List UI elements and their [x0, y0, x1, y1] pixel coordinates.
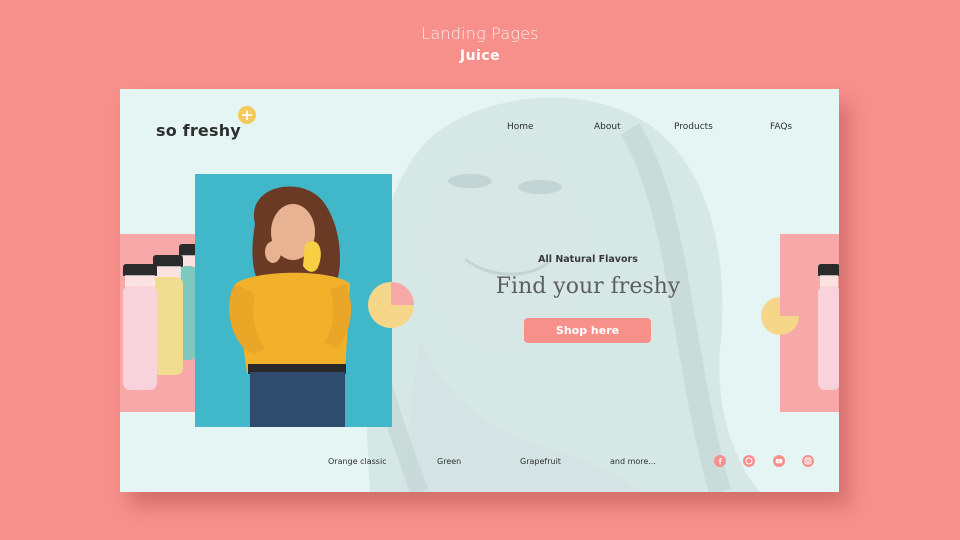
decor-circle-left — [368, 282, 414, 328]
juice-bottle-yellow — [153, 255, 183, 375]
page-title: Juice — [459, 48, 501, 64]
footer-link-and-more[interactable]: and more... — [610, 457, 656, 466]
juice-bottle-pink — [123, 264, 157, 390]
instagram-icon[interactable] — [802, 455, 814, 467]
footer-link-grapefruit[interactable]: Grapefruit — [520, 457, 561, 466]
logo-plus-icon: + — [238, 106, 256, 124]
hero-eyebrow: All Natural Flavors — [538, 254, 638, 265]
brand-logo[interactable]: so freshy — [156, 121, 241, 140]
footer-link-green[interactable]: Green — [437, 457, 461, 466]
page-subtitle: Landing Pages — [421, 24, 539, 43]
decor-circle-right — [761, 297, 799, 335]
hero-photo — [195, 174, 392, 427]
juice-bottle-right — [818, 264, 839, 390]
nav-home[interactable]: Home — [507, 122, 534, 132]
facebook-icon[interactable] — [714, 455, 726, 467]
hero-headline: Find your freshy — [495, 274, 681, 299]
footer-link-orange-classic[interactable]: Orange classic — [328, 457, 387, 466]
nav-products[interactable]: Products — [674, 122, 713, 132]
shop-here-button[interactable]: Shop here — [524, 318, 651, 343]
nav-about[interactable]: About — [594, 122, 621, 132]
landing-page-card: so freshy + Home About Products FAQs All… — [120, 89, 839, 492]
whatsapp-icon[interactable] — [743, 455, 755, 467]
youtube-icon[interactable] — [773, 455, 785, 467]
nav-faqs[interactable]: FAQs — [770, 122, 792, 132]
